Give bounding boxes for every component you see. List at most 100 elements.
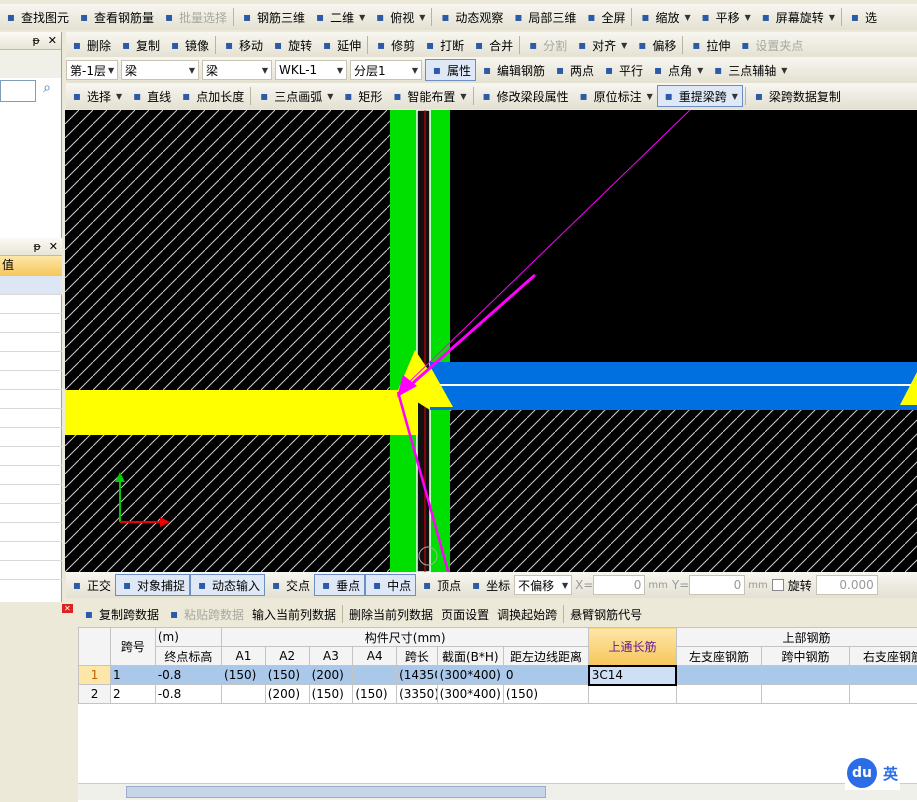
- edit-rebar-button[interactable]: ▪ 编辑钢筋: [476, 59, 549, 81]
- property-row[interactable]: [0, 504, 62, 523]
- property-row[interactable]: [0, 390, 62, 409]
- cell-elev[interactable]: -0.8: [154, 684, 223, 704]
- broom-button[interactable]: ▪ 梁跨数据复制: [748, 85, 845, 107]
- modify-segment-button[interactable]: ▪ 修改梁段属性: [476, 85, 573, 107]
- header-top-through[interactable]: 上通长筋: [588, 627, 677, 666]
- cmd-button[interactable]: 页面设置: [437, 603, 493, 625]
- close-icon[interactable]: ✕: [49, 240, 58, 253]
- delete-button[interactable]: ▪ 删除: [66, 34, 115, 56]
- cursor-button[interactable]: ▪ 选择 ▼: [66, 85, 126, 107]
- cell-len[interactable]: (3350): [396, 684, 438, 704]
- copy-button[interactable]: ▪ 复制: [115, 34, 164, 56]
- cmd-button[interactable]: 输入当前列数据: [248, 603, 340, 625]
- cell-a1[interactable]: (150): [221, 665, 266, 685]
- rotate-input[interactable]: 0.000: [815, 575, 878, 595]
- cell-top[interactable]: [588, 684, 677, 704]
- chevron-down-icon[interactable]: ▼: [682, 13, 690, 22]
- combo-3[interactable]: WKL-1 ▼: [275, 60, 347, 80]
- break-button[interactable]: ▪ 打断: [419, 34, 468, 56]
- chevron-down-icon[interactable]: ▼: [827, 13, 835, 22]
- local-3d-button[interactable]: ▪ 局部三维: [507, 6, 580, 28]
- annotate-button[interactable]: ▪ 原位标注 ▼: [573, 85, 657, 107]
- three-point-axis-button[interactable]: ▪ 三点辅轴 ▼: [707, 59, 791, 81]
- pin-icon[interactable]: ᵽ: [33, 240, 40, 253]
- dynamic-input-button[interactable]: ▪ 动态输入: [190, 574, 266, 596]
- midpoint-button[interactable]: ▪ 中点: [365, 574, 417, 596]
- chevron-down-icon[interactable]: ▼: [619, 41, 627, 50]
- cell-a4[interactable]: [352, 665, 398, 685]
- chevron-down-icon[interactable]: ▼: [417, 13, 425, 22]
- snap-button[interactable]: ▪ 对象捕捉: [115, 574, 191, 596]
- split-button[interactable]: ▪ 分割: [522, 34, 571, 56]
- property-row[interactable]: [0, 295, 62, 314]
- cell-r[interactable]: [848, 684, 917, 704]
- rotate-screen-button[interactable]: ▪ 屏幕旋转 ▼: [755, 6, 839, 28]
- line-button[interactable]: ▪ 直线: [126, 85, 175, 107]
- property-row[interactable]: [0, 352, 62, 371]
- combo-1[interactable]: 梁 ▼: [121, 60, 199, 80]
- merge-button[interactable]: ▪ 合并: [468, 34, 517, 56]
- property-row[interactable]: [0, 523, 62, 542]
- rotate-button[interactable]: ▪ 旋转: [267, 34, 316, 56]
- rotate-checkbox[interactable]: [771, 579, 784, 591]
- cell-a3[interactable]: (150): [308, 684, 354, 704]
- two-point-button[interactable]: ▪ 两点: [549, 59, 598, 81]
- cell-dist[interactable]: (150): [502, 684, 590, 704]
- point-length-button[interactable]: ▪ 点加长度: [175, 85, 248, 107]
- chevron-down-icon[interactable]: ▼: [645, 92, 653, 101]
- cell-span[interactable]: 2: [110, 684, 156, 704]
- search-icon[interactable]: ⌕: [36, 80, 58, 104]
- glasses-button[interactable]: ▪ 查看钢筋量: [73, 6, 158, 28]
- pan-hand-button[interactable]: ▪ 平移 ▼: [695, 6, 755, 28]
- cell-sec[interactable]: (300*400): [436, 665, 504, 685]
- intersection-button[interactable]: ▪ 交点: [265, 574, 314, 596]
- offset-button[interactable]: ▪ 偏移: [631, 34, 680, 56]
- pin-icon[interactable]: ᵽ: [32, 34, 39, 47]
- cmd-button[interactable]: 悬臂钢筋代号: [566, 603, 646, 625]
- cell-elev[interactable]: -0.8: [154, 665, 223, 685]
- grip-button[interactable]: ▪ 设置夹点: [734, 34, 807, 56]
- cell-l[interactable]: [675, 684, 763, 704]
- property-row[interactable]: [0, 542, 62, 561]
- cell-len[interactable]: (14350: [396, 665, 438, 685]
- cell-m[interactable]: [761, 684, 850, 704]
- chevron-down-icon[interactable]: ▼: [357, 13, 365, 22]
- arc-button[interactable]: ▪ 三点画弧 ▼: [253, 85, 337, 107]
- x-input[interactable]: 0: [593, 575, 646, 595]
- vertex-button[interactable]: ▪ 顶点: [416, 574, 465, 596]
- property-row[interactable]: [0, 371, 62, 390]
- batch-select-button[interactable]: ▪ 批量选择: [158, 6, 231, 28]
- table-row[interactable]: 2 2 -0.8 (200) (150) (150) (3350) (300*400) (150…: [78, 684, 917, 704]
- find-button[interactable]: ▪ 查找图元: [0, 6, 73, 28]
- align-button[interactable]: ▪ 对齐 ▼: [571, 34, 631, 56]
- property-row[interactable]: [0, 485, 62, 504]
- property-row[interactable]: [0, 314, 62, 333]
- cell-a4[interactable]: (150): [352, 684, 398, 704]
- chevron-down-icon[interactable]: ▼: [730, 92, 738, 101]
- ime-indicator[interactable]: du 英: [845, 756, 901, 790]
- cmd-button[interactable]: 调换起始跨: [493, 603, 561, 625]
- combo-2[interactable]: 梁 ▼: [202, 60, 272, 80]
- mirror-button[interactable]: ▪ 镜像: [164, 34, 213, 56]
- offset-mode-select[interactable]: 不偏移 ▼: [514, 575, 573, 595]
- smart-layout-button[interactable]: ▪ 智能布置 ▼: [386, 85, 470, 107]
- table-row[interactable]: 11-0.8(150)(150)(200)(14350(300*400)03C1…: [78, 664, 917, 686]
- property-row[interactable]: [0, 276, 62, 295]
- chevron-down-icon[interactable]: ▼: [458, 92, 466, 101]
- rect-button[interactable]: ▪ 矩形: [337, 85, 386, 107]
- parallel-button[interactable]: ▪ 平行: [598, 59, 647, 81]
- beam-yellow[interactable]: [65, 390, 418, 435]
- property-row[interactable]: [0, 561, 62, 580]
- properties-button[interactable]: ▪ 属性: [425, 59, 477, 81]
- horizontal-scrollbar[interactable]: [78, 783, 917, 800]
- cmd-button[interactable]: 删除当前列数据: [345, 603, 437, 625]
- cell-a2[interactable]: (150): [264, 665, 310, 685]
- stretch-button[interactable]: ▪ 拉伸: [685, 34, 734, 56]
- extend-button[interactable]: ▪ 延伸: [316, 34, 365, 56]
- fullscreen-button[interactable]: ▪ 全屏: [580, 6, 629, 28]
- close-icon[interactable]: ✕: [48, 34, 57, 47]
- cell-a1[interactable]: [221, 684, 266, 704]
- ortho-button[interactable]: ▪ 正交: [66, 574, 115, 596]
- paste-button[interactable]: ▪ 粘贴跨数据: [163, 603, 248, 625]
- copy-span-button[interactable]: ▪ 复制跨数据: [78, 603, 163, 625]
